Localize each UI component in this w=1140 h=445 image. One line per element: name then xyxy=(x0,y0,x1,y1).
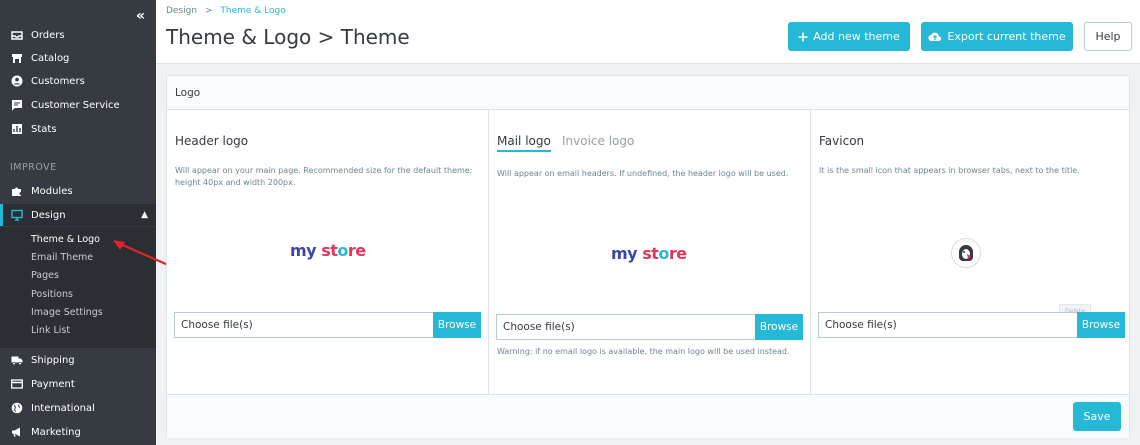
mail-logo-image: my store xyxy=(611,244,687,263)
help-button[interactable]: Help xyxy=(1084,22,1132,51)
plus-icon xyxy=(798,32,808,41)
save-button[interactable]: Save xyxy=(1073,402,1121,431)
tab-mail-logo[interactable]: Mail logo xyxy=(497,134,551,152)
export-current-theme-label: Export current theme xyxy=(947,30,1066,43)
desktop-icon xyxy=(10,209,23,221)
sidebar-section-improve: IMPROVE xyxy=(10,162,57,173)
sidebar-item-label: Payment xyxy=(31,378,75,390)
sidebar-item-label: Customer Service xyxy=(31,99,120,111)
add-new-theme-label: Add new theme xyxy=(813,30,900,43)
header-logo-help: Will appear on your main page. Recommend… xyxy=(175,166,473,187)
mail-logo-browse-button[interactable]: Browse xyxy=(755,314,803,340)
page-header: Design > Theme & Logo Theme & Logo > The… xyxy=(156,0,1140,64)
chart-icon xyxy=(10,123,23,135)
collapse-sidebar-icon[interactable]: « xyxy=(136,8,145,24)
sidebar-item-catalog[interactable]: Catalog xyxy=(0,47,156,69)
card-footer: Save xyxy=(167,394,1129,438)
sidebar-item-marketing[interactable]: Marketing xyxy=(0,421,156,443)
sidebar-item-label: Modules xyxy=(31,185,73,197)
tab-invoice-logo[interactable]: Invoice logo xyxy=(562,134,634,148)
mail-logo-section: Mail logo Invoice logo Will appear on em… xyxy=(489,110,811,394)
sidebar-item-payment[interactable]: Payment xyxy=(0,373,156,395)
chevron-up-icon: ▲ xyxy=(141,210,148,220)
truck-icon xyxy=(10,354,23,366)
submenu-item-theme-logo[interactable]: Theme & Logo xyxy=(31,234,100,245)
sidebar-item-orders[interactable]: Orders xyxy=(0,24,156,46)
mail-logo-file-input[interactable]: Choose file(s) xyxy=(496,314,755,340)
breadcrumb-current[interactable]: Theme & Logo xyxy=(220,6,285,16)
logo-card: Logo Header logo Will appear on your mai… xyxy=(166,75,1130,438)
favicon-section: Favicon It is the small icon that appear… xyxy=(811,110,1129,394)
breadcrumb-separator: > xyxy=(204,6,213,16)
inbox-icon xyxy=(10,29,23,41)
card-header: Logo xyxy=(167,76,1129,110)
sidebar-item-label: International xyxy=(31,402,95,414)
favicon-browse-button[interactable]: Browse xyxy=(1077,312,1125,338)
favicon-title: Favicon xyxy=(819,134,865,148)
megaphone-icon xyxy=(10,426,23,438)
export-current-theme-button[interactable]: Export current theme xyxy=(921,22,1073,51)
sidebar-item-stats[interactable]: Stats xyxy=(0,118,156,140)
cloud-upload-icon xyxy=(928,32,942,42)
header-logo-file-input[interactable]: Choose file(s) xyxy=(174,312,433,338)
sidebar-item-label: Customers xyxy=(31,75,85,87)
sidebar-item-label: Marketing xyxy=(31,426,81,438)
favicon-image xyxy=(951,238,981,268)
submenu-item-pages[interactable]: Pages xyxy=(31,270,59,281)
favicon-file-group: Choose file(s) Browse xyxy=(818,312,1125,338)
header-logo-title: Header logo xyxy=(175,134,249,148)
header-logo-image: my store xyxy=(290,241,366,260)
add-new-theme-button[interactable]: Add new theme xyxy=(788,22,910,51)
chat-icon xyxy=(10,99,23,111)
sidebar-item-modules[interactable]: Modules xyxy=(0,180,156,202)
header-logo-section: Header logo Will appear on your main pag… xyxy=(167,110,489,394)
sidebar-item-label: Orders xyxy=(31,29,65,41)
sidebar-item-label: Design xyxy=(31,209,66,221)
sidebar-item-label: Shipping xyxy=(31,354,75,366)
favicon-file-input[interactable]: Choose file(s) xyxy=(818,312,1077,338)
mail-logo-file-group: Choose file(s) Browse xyxy=(496,314,803,340)
favicon-help: It is the small icon that appears in bro… xyxy=(819,166,1080,175)
store-icon xyxy=(10,52,23,64)
mail-logo-warning: Warning: if no email logo is available, … xyxy=(497,347,790,356)
card-title: Logo xyxy=(175,87,201,99)
sidebar-item-shipping[interactable]: Shipping xyxy=(0,349,156,371)
mail-logo-help: Will appear on email headers. If undefin… xyxy=(497,169,789,178)
breadcrumb: Design > Theme & Logo xyxy=(166,6,286,16)
breadcrumb-parent[interactable]: Design xyxy=(166,6,197,16)
sidebar-item-label: Stats xyxy=(31,123,57,135)
submenu-item-positions[interactable]: Positions xyxy=(31,289,73,300)
credit-card-icon xyxy=(10,378,23,390)
page-title: Theme & Logo > Theme xyxy=(166,25,410,49)
sidebar-item-design[interactable]: Design ▲ xyxy=(0,204,156,226)
sidebar-item-label: Catalog xyxy=(31,52,70,64)
header-logo-file-group: Choose file(s) Browse xyxy=(174,312,481,338)
puffin-icon xyxy=(956,243,976,263)
sidebar-item-international[interactable]: International xyxy=(0,397,156,419)
submenu-item-email-theme[interactable]: Email Theme xyxy=(31,252,93,263)
sidebar-item-customers[interactable]: Customers xyxy=(0,70,156,92)
header-logo-browse-button[interactable]: Browse xyxy=(433,312,481,338)
globe-icon xyxy=(10,402,23,414)
submenu-item-image-settings[interactable]: Image Settings xyxy=(31,307,103,318)
active-indicator xyxy=(0,204,3,226)
submenu-item-link-list[interactable]: Link List xyxy=(31,325,70,336)
sidebar-item-customer-service[interactable]: Customer Service xyxy=(0,94,156,116)
account-icon xyxy=(10,75,23,87)
puzzle-icon xyxy=(10,185,23,197)
sidebar: « Orders Catalog Customers Customer Serv… xyxy=(0,0,156,445)
